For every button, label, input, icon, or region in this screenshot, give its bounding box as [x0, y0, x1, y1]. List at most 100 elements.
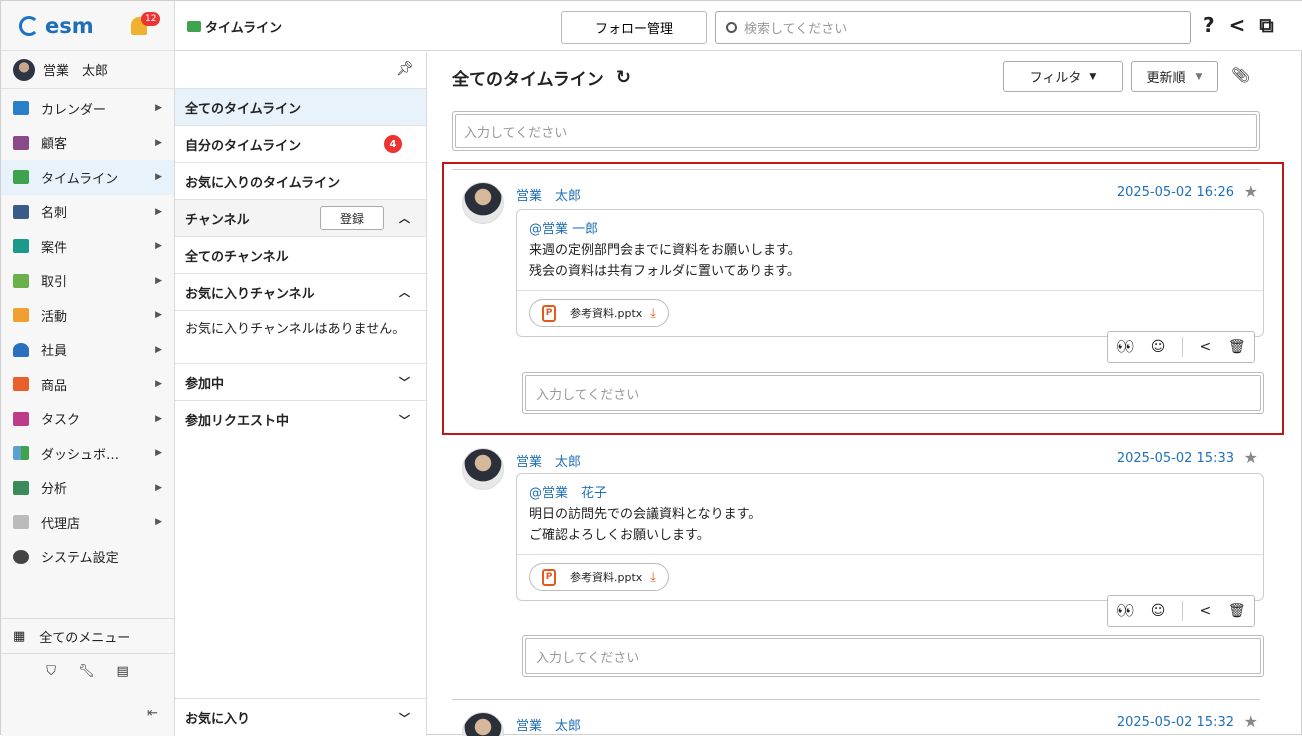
sidebar-item-calendar[interactable]: カレンダー ▶ — [1, 91, 174, 126]
chevron-down-icon: ﹀ — [399, 711, 410, 725]
eyes-icon[interactable]: 👀︎ — [1116, 339, 1134, 355]
sidebar-item-products[interactable]: 商品 ▶ — [1, 367, 174, 402]
item-label: 参加中 — [185, 376, 225, 392]
sidebar-item-label: 名刺 — [41, 206, 68, 222]
register-button[interactable]: 登録 — [320, 206, 384, 230]
download-icon[interactable]: ⤓ — [650, 306, 656, 321]
share-icon[interactable]: < — [1229, 13, 1246, 37]
post-actions: 👀︎ ☺ < 🗑︎ — [1107, 331, 1255, 363]
unread-badge: 4 — [384, 135, 402, 153]
avatar[interactable] — [462, 182, 504, 224]
page-title-text: タイムライン — [205, 21, 283, 36]
sort-label: 更新順 — [1146, 71, 1186, 86]
sidebar-item-projects[interactable]: 案件 ▶ — [1, 229, 174, 264]
sidebar-item-employees[interactable]: 社員 ▶ — [1, 333, 174, 368]
sidebar-item-customers[interactable]: 顧客 ▶ — [1, 126, 174, 161]
sidebar-item-analysis[interactable]: 分析 ▶ — [1, 471, 174, 506]
reply-input[interactable]: 入力してください — [522, 635, 1264, 677]
sidebar-item-business-cards[interactable]: 名刺 ▶ — [1, 195, 174, 230]
collapse-sidebar-icon[interactable]: ⇤ — [147, 706, 158, 721]
add-reaction-icon[interactable]: ☺ — [1151, 603, 1166, 619]
post-mention[interactable]: @営業 一郎 — [529, 219, 1251, 240]
channel-header-label: チャンネル — [185, 212, 250, 228]
shield-icon[interactable]: ⛉ — [46, 664, 56, 679]
chevron-right-icon: ▶ — [155, 206, 162, 217]
post-card: 営業 太郎 2025-05-02 16:26 ★ @営業 一郎 来週の定例部門会… — [452, 169, 1264, 429]
attachment-chip[interactable]: P 参考資料.pptx ⤓ — [529, 563, 670, 591]
join-requests-header[interactable]: 参加リクエスト中 ﹀ — [175, 401, 426, 438]
star-icon[interactable]: ★ — [1244, 448, 1258, 467]
post-card: 営業 太郎 2025-05-02 15:33 ★ @営業 花子 明日の訪問先での… — [452, 435, 1264, 699]
favorites-header[interactable]: お気に入り ﹀ — [175, 698, 426, 736]
avatar[interactable] — [462, 448, 504, 490]
sort-select[interactable]: 更新順 ▼ — [1131, 61, 1218, 92]
all-menu-button[interactable]: ▦ 全てのメニュー — [1, 618, 174, 654]
search-input[interactable]: 検索してください — [715, 11, 1191, 44]
chevron-down-icon: ﹀ — [399, 413, 410, 427]
post-author[interactable]: 営業 太郎 — [516, 451, 581, 470]
trash-icon[interactable]: 🗑︎ — [1228, 603, 1246, 619]
sidebar-item-label: 社員 — [41, 344, 68, 360]
sidebar-item-agencies[interactable]: 代理店 ▶ — [1, 505, 174, 540]
caret-down-icon: ▼ — [1089, 71, 1097, 82]
help-icon[interactable]: ? — [1203, 13, 1215, 37]
trash-icon[interactable]: 🗑︎ — [1228, 339, 1246, 355]
avatar[interactable] — [462, 712, 504, 736]
folder-icon — [13, 239, 29, 254]
divider — [1181, 337, 1183, 357]
sidebar-item-system-settings[interactable]: システム設定 — [1, 540, 174, 575]
star-icon[interactable]: ★ — [1244, 182, 1258, 201]
post-input[interactable]: 入力してください — [452, 111, 1260, 151]
refresh-icon[interactable]: ↻ — [616, 67, 631, 88]
item-label: 全てのタイムライン — [185, 101, 302, 117]
sidebar-item-activities[interactable]: 活動 ▶ — [1, 298, 174, 333]
filter-button[interactable]: フィルタ ▼ — [1003, 61, 1123, 92]
post-actions: 👀︎ ☺ < 🗑︎ — [1107, 595, 1255, 627]
post-author[interactable]: 営業 太郎 — [516, 715, 581, 734]
reply-input[interactable]: 入力してください — [522, 372, 1264, 414]
share-icon[interactable]: < — [1200, 339, 1212, 355]
eyes-icon[interactable]: 👀︎ — [1116, 603, 1134, 619]
post-input-placeholder: 入力してください — [455, 114, 1257, 148]
attachment-name: 参考資料.pptx — [570, 307, 643, 320]
logo-icon — [19, 15, 39, 36]
business-card-icon — [13, 204, 29, 219]
sidebar-item-deals[interactable]: 取引 ▶ — [1, 264, 174, 299]
all-timelines-item[interactable]: 全てのタイムライン — [175, 89, 426, 126]
all-channels-item[interactable]: 全てのチャンネル — [175, 237, 426, 274]
sidebar-item-timeline[interactable]: タイムライン ▶ — [1, 160, 174, 195]
post-body: @営業 花子 明日の訪問先での会議資料となります。 ご確認よろしくお願いします。 — [517, 474, 1263, 554]
joined-header[interactable]: 参加中 ﹀ — [175, 364, 426, 401]
external-link-icon[interactable]: ⧉ — [1259, 13, 1273, 37]
building-icon — [13, 135, 29, 150]
all-menu-label: 全てのメニュー — [39, 630, 131, 646]
paperclip-icon[interactable]: 📎︎ — [1231, 66, 1250, 84]
checkbox-icon — [13, 411, 29, 426]
sidebar-item-tasks[interactable]: タスク ▶ — [1, 402, 174, 437]
my-timeline-item[interactable]: 自分のタイムライン 4 — [175, 126, 426, 163]
star-icon[interactable]: ★ — [1244, 712, 1258, 731]
fav-channels-header[interactable]: お気に入りチャンネル ︿ — [175, 274, 426, 311]
fav-timeline-item[interactable]: お気に入りのタイムライン — [175, 163, 426, 200]
share-icon[interactable]: < — [1200, 603, 1212, 619]
add-reaction-icon[interactable]: ☺ — [1151, 339, 1166, 355]
chevron-right-icon: ▶ — [155, 310, 162, 321]
wrench-icon[interactable]: 🔧︎ — [78, 664, 95, 679]
pin-icon[interactable]: 📌︎ — [396, 61, 414, 77]
chevron-right-icon: ▶ — [155, 379, 162, 390]
table-icon[interactable]: ▤ — [116, 664, 128, 679]
chevron-up-icon[interactable]: ︿ — [399, 210, 410, 226]
post-mention[interactable]: @営業 花子 — [529, 483, 1251, 504]
sidebar-item-label: 商品 — [41, 378, 68, 394]
sidebar-item-dashboard[interactable]: ダッシュボ… ▶ — [1, 436, 174, 471]
search-icon — [726, 22, 737, 33]
user-row[interactable]: 営業 太郎 — [1, 51, 174, 89]
download-icon[interactable]: ⤓ — [650, 570, 656, 585]
pptx-icon: P — [542, 568, 556, 586]
attachment-chip[interactable]: P 参考資料.pptx ⤓ — [529, 299, 670, 327]
attachment-name: 参考資料.pptx — [570, 571, 643, 584]
post-timestamp: 2025-05-02 15:32 — [1116, 715, 1234, 730]
post-author[interactable]: 営業 太郎 — [516, 185, 581, 204]
follow-manage-button[interactable]: フォロー管理 — [561, 11, 707, 44]
chevron-right-icon: ▶ — [155, 172, 162, 183]
